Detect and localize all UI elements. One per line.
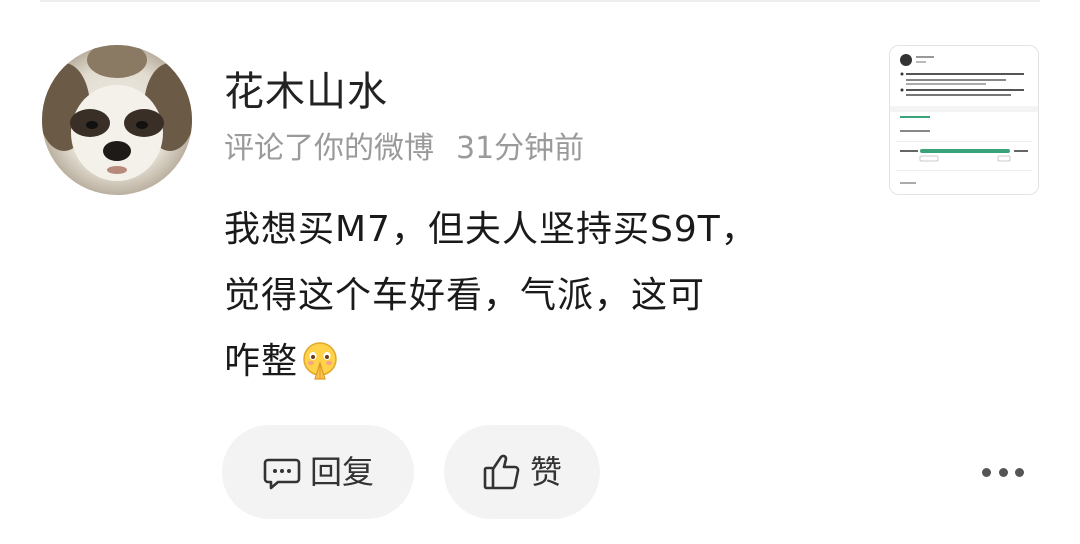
like-button[interactable]: 赞: [444, 425, 600, 519]
pray-emoji-icon: [300, 337, 340, 380]
dot: [1015, 467, 1024, 477]
more-dots-icon[interactable]: [982, 454, 1024, 490]
comment-line-last: 咋整: [224, 329, 864, 395]
comment-meta: 评论了你的微博 31分钟前: [224, 128, 584, 170]
comment-line: 觉得这个车好看，气派，这可: [224, 275, 706, 316]
reply-label: 回复: [309, 453, 374, 491]
avatar[interactable]: [42, 45, 192, 195]
puppy-avatar-image: [42, 45, 192, 195]
comment-line: 我想买M7，但夫人坚持买S9T，: [224, 209, 758, 250]
timestamp: 31分钟前: [456, 131, 585, 166]
weibo-post-thumbnail[interactable]: [889, 45, 1039, 195]
dot: [998, 467, 1008, 477]
post-preview-image: [890, 46, 1038, 194]
comment-line-text: 咋整: [224, 341, 299, 382]
reply-button[interactable]: 回复: [222, 425, 414, 519]
dot: [982, 467, 991, 477]
action-text: 评论了你的微博: [224, 131, 434, 166]
comment-text: 我想买M7，但夫人坚持买S9T， 觉得这个车好看，气派，这可 咋整: [224, 197, 864, 395]
divider: [40, 0, 1040, 2]
comment-notification: 花木山水 评论了你的微博 31分钟前 我想买M7，但夫人坚持买S9T， 觉得这个车…: [0, 0, 1080, 544]
thumbs-up-icon: [482, 452, 522, 492]
username[interactable]: 花木山水: [224, 66, 388, 118]
comment-bubble-icon: [262, 452, 302, 492]
like-label: 赞: [529, 453, 562, 491]
